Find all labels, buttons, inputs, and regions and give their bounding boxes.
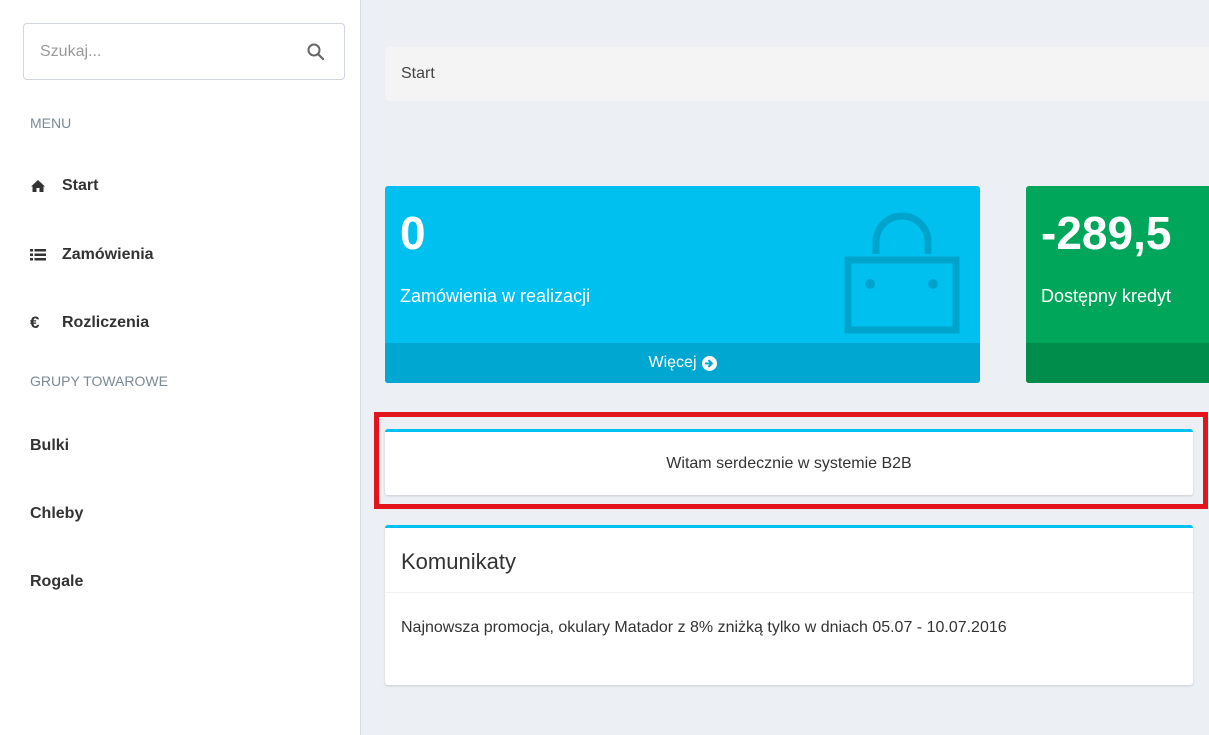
sidebar-item-label: Rozliczenia	[62, 314, 150, 331]
breadcrumb: Start	[385, 47, 1209, 101]
sidebar-item-label: Start	[62, 177, 99, 194]
orders-count: 0	[400, 207, 426, 259]
shopping-bag-icon	[844, 212, 960, 334]
news-body: Najnowsza promocja, okulary Matador z 8%…	[401, 619, 1007, 636]
news-panel: Komunikaty Najnowsza promocja, okulary M…	[385, 525, 1193, 685]
search-input[interactable]	[24, 24, 294, 79]
list-icon	[30, 248, 62, 262]
sidebar-item-rozliczenia[interactable]: € Rozliczenia	[30, 303, 149, 343]
sidebar-group-rogale[interactable]: Rogale	[30, 573, 83, 591]
arrow-circle-right-icon	[701, 355, 717, 371]
credit-value: -289,5	[1041, 207, 1172, 259]
sidebar: MENU Start Zamówienia € Rozliczenia GRUP…	[0, 0, 361, 735]
credit-footer[interactable]	[1026, 343, 1209, 383]
orders-in-progress-box: 0 Zamówienia w realizacji Więcej	[385, 186, 980, 383]
search-icon[interactable]	[306, 42, 326, 62]
sidebar-item-zamowienia[interactable]: Zamówienia	[30, 235, 154, 275]
orders-label: Zamówienia w realizacji	[400, 286, 591, 306]
news-title: Komunikaty	[401, 549, 516, 574]
breadcrumb-current[interactable]: Start	[401, 65, 435, 83]
more-link[interactable]: Więcej	[385, 343, 980, 383]
groups-header: GRUPY TOWAROWE	[30, 373, 168, 389]
sidebar-item-label: Zamówienia	[62, 246, 154, 263]
more-link-label: Więcej	[648, 354, 697, 371]
credit-label: Dostępny kredyt	[1041, 286, 1172, 306]
available-credit-box: -289,5 Dostępny kredyt	[1026, 186, 1209, 383]
menu-header: MENU	[30, 115, 72, 131]
search-box	[23, 23, 345, 80]
sidebar-group-bulki[interactable]: Bulki	[30, 437, 69, 455]
sidebar-item-start[interactable]: Start	[30, 166, 98, 206]
welcome-text: Witam serdecznie w systemie B2B	[666, 454, 912, 472]
euro-icon: €	[30, 313, 40, 332]
home-icon	[30, 179, 62, 193]
divider	[385, 592, 1193, 593]
sidebar-group-chleby[interactable]: Chleby	[30, 505, 83, 523]
welcome-panel: Witam serdecznie w systemie B2B	[385, 429, 1193, 495]
